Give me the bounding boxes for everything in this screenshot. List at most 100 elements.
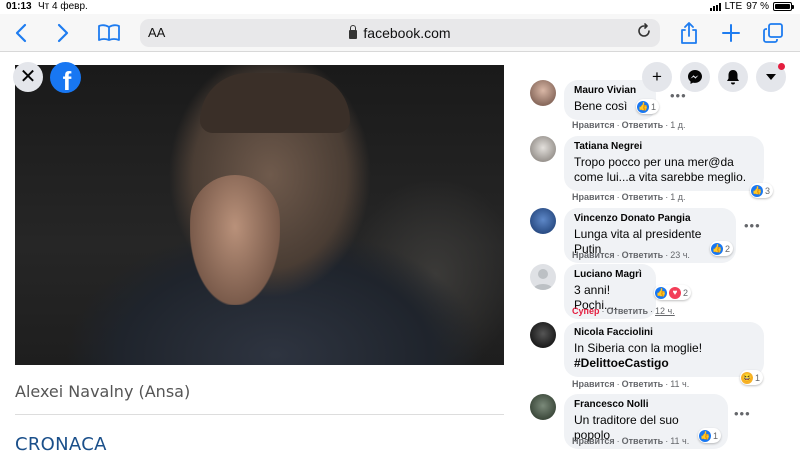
commenter-name[interactable]: Luciano Magrì (574, 269, 646, 280)
reaction-summary[interactable]: 😆 1 (740, 370, 764, 385)
comment-bubble: Nicola Facciolini In Siberia con la mogl… (564, 322, 764, 377)
comment-time[interactable]: 1 д. (670, 120, 685, 130)
reply-link[interactable]: Ответить (622, 192, 664, 202)
comment-text: Tropo pocco per una mer@da come lui...a … (574, 155, 754, 185)
reply-link[interactable]: Ответить (622, 379, 664, 389)
comment-text-line: In Siberia con la moglie! (574, 341, 703, 355)
avatar[interactable] (530, 264, 556, 290)
battery-label: 97 % (746, 1, 769, 12)
close-button[interactable]: ✕ (13, 62, 43, 92)
comments-panel: Mauro Vivian Bene così 👍 1 ••• Нравится ·… (518, 52, 800, 452)
back-icon[interactable] (8, 20, 34, 46)
messenger-button[interactable] (680, 62, 710, 92)
comment-meta: Нравится · Ответить · 11 ч. (572, 436, 690, 446)
photo-viewer: ✕ f Alexei Navalny (Ansa) CRONACA (0, 52, 518, 452)
like-link[interactable]: Нравится (572, 120, 615, 130)
notifications-button[interactable] (718, 62, 748, 92)
tabs-overview-icon[interactable] (760, 20, 786, 46)
comment-meta: Нравится · Ответить · 11 ч. (572, 379, 690, 389)
new-tab-icon[interactable] (718, 20, 744, 46)
comment-text: In Siberia con la moglie! #DelittoeCasti… (574, 341, 754, 371)
love-reaction-icon: ♥ (669, 286, 681, 299)
section-label[interactable]: CRONACA (15, 434, 107, 452)
reaction-count: 2 (725, 243, 731, 254)
hashtag-link[interactable]: #DelittoeCastigo (574, 356, 754, 371)
like-link[interactable]: Нравится (572, 379, 615, 389)
account-menu-icon (766, 74, 776, 80)
avatar[interactable] (530, 322, 556, 348)
commenter-name[interactable]: Nicola Facciolini (574, 327, 754, 338)
status-time: 01:13 (6, 1, 32, 12)
comment-time[interactable]: 11 ч. (670, 436, 689, 446)
browser-toolbar: AA facebook.com (0, 14, 800, 52)
caption-divider (15, 414, 504, 415)
reaction-summary[interactable]: 👍 ♥ 2 (654, 285, 692, 300)
comment-time[interactable]: 12 ч. (655, 306, 675, 316)
photo-subject-hand (190, 175, 280, 305)
reaction-count: 1 (651, 101, 657, 112)
comment-meta: Нравится · Ответить · 1 д. (572, 192, 686, 202)
reply-link[interactable]: Ответить (606, 306, 648, 316)
reaction-count: 2 (683, 287, 689, 298)
account-menu-button[interactable] (756, 62, 786, 92)
comment-meta: Супер · Ответить · 12 ч. (572, 306, 675, 316)
like-reaction-icon: 👍 (751, 184, 763, 197)
facebook-logo-icon[interactable]: f (50, 62, 81, 93)
messenger-icon (688, 70, 702, 84)
avatar[interactable] (530, 136, 556, 162)
status-right: LTE 97 % (709, 1, 794, 12)
avatar[interactable] (530, 394, 556, 420)
commenter-name[interactable]: Tatiana Negrei (574, 141, 754, 152)
reaction-summary[interactable]: 👍 1 (636, 99, 660, 114)
more-options-icon[interactable]: ••• (734, 406, 751, 421)
forward-icon[interactable] (50, 20, 76, 46)
like-link[interactable]: Нравится (572, 192, 615, 202)
reaction-summary[interactable]: 👍 2 (710, 241, 734, 256)
header-actions: + (642, 62, 786, 92)
avatar[interactable] (530, 208, 556, 234)
haha-reaction-icon: 😆 (741, 371, 753, 384)
commenter-name[interactable]: Mauro Vivian (574, 85, 646, 96)
more-options-icon[interactable]: ••• (744, 218, 761, 233)
commenter-name[interactable]: Vincenzo Donato Pangia (574, 213, 726, 224)
comment-meta: Нравится · Ответить · 23 ч. (572, 250, 690, 260)
comment-meta: Нравится · Ответить · 1 д. (572, 120, 686, 130)
share-icon[interactable] (676, 20, 702, 46)
reply-link[interactable]: Ответить (622, 436, 664, 446)
like-link[interactable]: Нравится (572, 250, 615, 260)
close-icon: ✕ (19, 66, 37, 88)
news-photo[interactable] (15, 65, 504, 365)
status-bar: 01:13 Чт 4 февр. LTE 97 % (0, 0, 800, 14)
reply-link[interactable]: Ответить (622, 250, 664, 260)
bookmarks-icon[interactable] (96, 20, 122, 46)
like-reaction-icon: 👍 (711, 242, 723, 255)
signal-icon (709, 2, 721, 11)
like-link[interactable]: Нравится (572, 436, 615, 446)
comment-text-line: come lui...a vita sarebbe meglio. (574, 170, 747, 184)
photo-subject-hair (200, 73, 350, 133)
like-reaction-icon: 👍 (699, 429, 711, 442)
reply-link[interactable]: Ответить (622, 120, 664, 130)
address-bar[interactable]: AA facebook.com (140, 19, 660, 47)
url-text: facebook.com (363, 25, 451, 41)
reaction-summary[interactable]: 👍 1 (698, 428, 722, 443)
comment-time[interactable]: 1 д. (670, 192, 685, 202)
battery-icon (773, 2, 794, 11)
super-reaction-link[interactable]: Супер (572, 306, 599, 316)
photo-caption: Alexei Navalny (Ansa) (15, 382, 191, 401)
reload-icon[interactable] (636, 23, 652, 44)
like-reaction-icon: 👍 (637, 100, 649, 113)
create-button[interactable]: + (642, 62, 672, 92)
url-display[interactable]: facebook.com (140, 25, 660, 41)
notifications-icon (727, 70, 739, 85)
reaction-count: 1 (755, 372, 761, 383)
avatar[interactable] (530, 80, 556, 106)
reaction-summary[interactable]: 👍 3 (750, 183, 774, 198)
lock-icon (349, 25, 358, 39)
status-date: Чт 4 февр. (38, 1, 88, 12)
comment-bubble: Tatiana Negrei Tropo pocco per una mer@d… (564, 136, 764, 191)
comment-time[interactable]: 23 ч. (670, 250, 690, 260)
network-label: LTE (724, 1, 743, 12)
comment-time[interactable]: 11 ч. (670, 379, 689, 389)
commenter-name[interactable]: Francesco Nolli (574, 399, 718, 410)
